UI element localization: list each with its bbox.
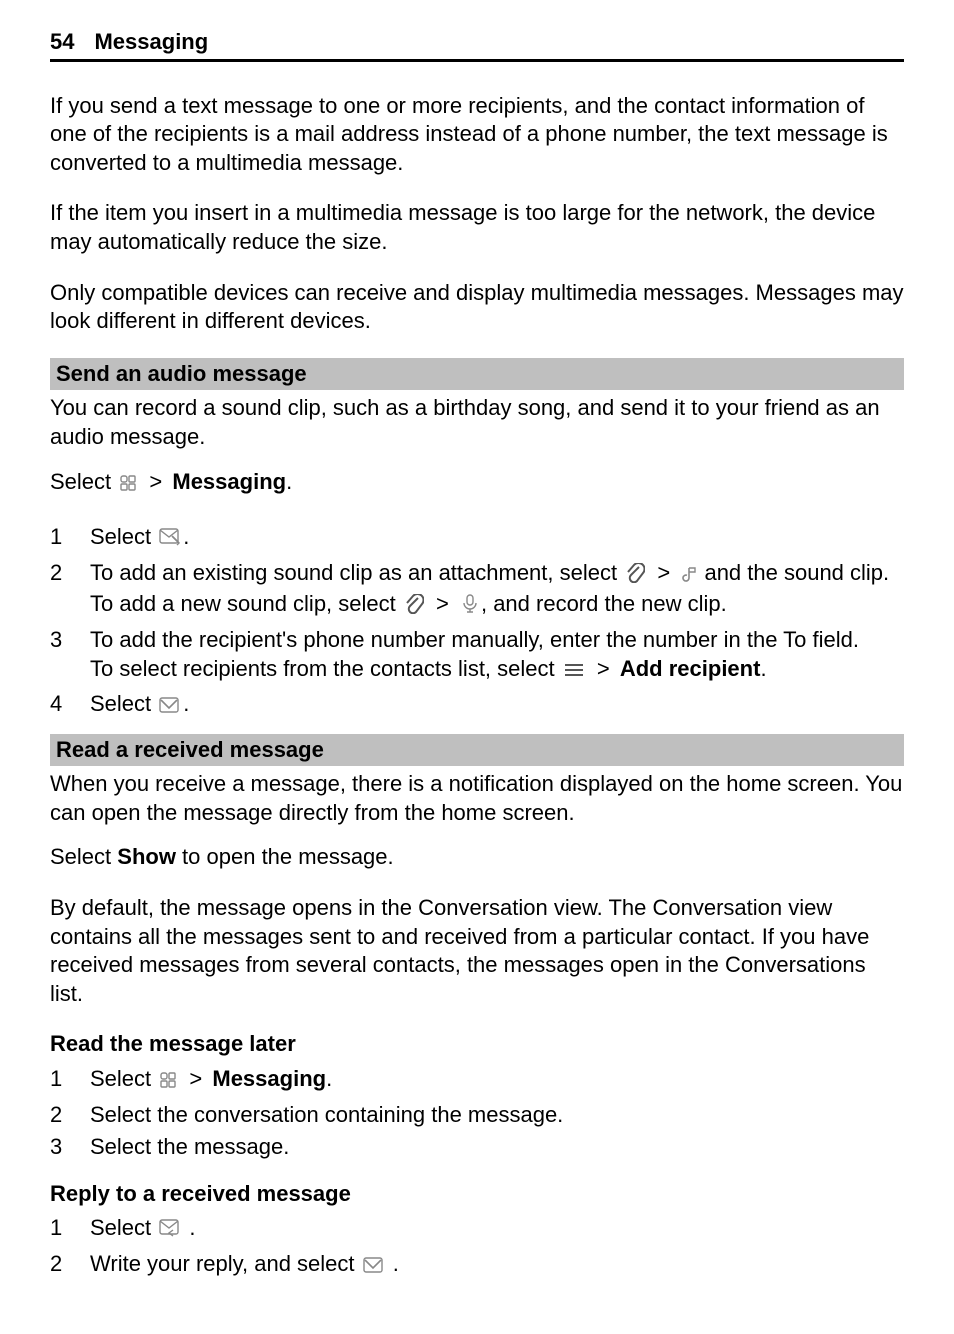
paperclip-icon — [625, 562, 645, 591]
microphone-icon — [461, 593, 479, 622]
text: . — [183, 524, 189, 549]
text: Select — [50, 844, 117, 869]
text: to open the message. — [176, 844, 394, 869]
step-number: 2 — [50, 1250, 90, 1279]
text: Select — [50, 469, 117, 494]
text: . — [326, 1066, 332, 1091]
paragraph: Only compatible devices can receive and … — [50, 279, 904, 336]
step-number: 1 — [50, 1065, 90, 1094]
text: To select recipients from the contacts l… — [90, 656, 561, 681]
paragraph: By default, the message opens in the Con… — [50, 894, 904, 1008]
step-number: 1 — [50, 1214, 90, 1243]
page: 54 Messaging If you send a text message … — [0, 0, 954, 1334]
chevron-right-icon: > — [149, 469, 162, 494]
step-body: To add an existing sound clip as an atta… — [90, 559, 904, 622]
text: Select — [90, 524, 157, 549]
step-body: Select the message. — [90, 1133, 904, 1162]
paragraph: Select Show to open the message. — [50, 843, 904, 872]
text: , and record the new clip. — [481, 591, 727, 616]
messaging-label: Messaging — [172, 469, 286, 494]
text: Select — [90, 1215, 157, 1240]
steps-list: 1 Select . 2 To add an existing sound cl… — [50, 521, 904, 724]
reply-icon — [159, 1217, 181, 1246]
show-label: Show — [117, 844, 176, 869]
paragraph: When you receive a message, there is a n… — [50, 770, 904, 827]
apps-icon — [119, 471, 137, 500]
step-number: 3 — [50, 1133, 90, 1162]
add-recipient-label: Add recipient — [620, 656, 761, 681]
steps-list: 1 Select . 2 Write your reply, and selec… — [50, 1212, 904, 1283]
section-heading-audio: Send an audio message — [50, 358, 904, 391]
step-body: Select the conversation containing the m… — [90, 1101, 904, 1130]
step-body: Write your reply, and select . — [90, 1250, 904, 1282]
text: . — [760, 656, 766, 681]
paperclip-icon — [404, 593, 424, 622]
chevron-right-icon: > — [189, 1066, 202, 1091]
list-item: 3 Select the message. — [50, 1131, 904, 1164]
text: . — [286, 469, 292, 494]
list-item: 4 Select . — [50, 688, 904, 724]
list-item: 3 To add the recipient's phone number ma… — [50, 624, 904, 688]
text: Write your reply, and select — [90, 1251, 361, 1276]
options-icon — [563, 658, 585, 687]
music-note-icon — [682, 562, 696, 591]
chevron-right-icon: > — [436, 591, 449, 616]
text: Select — [90, 691, 157, 716]
page-title: Messaging — [94, 28, 208, 57]
page-number: 54 — [50, 28, 74, 57]
step-number: 4 — [50, 690, 90, 719]
step-body: Select . — [90, 523, 904, 555]
chevron-right-icon: > — [657, 560, 670, 585]
paragraph: If the item you insert in a multimedia m… — [50, 199, 904, 256]
step-number: 1 — [50, 523, 90, 552]
text: To add the recipient's phone number manu… — [90, 627, 859, 652]
step-body: To add the recipient's phone number manu… — [90, 626, 904, 686]
subheading-later: Read the message later — [50, 1030, 904, 1059]
text: To add an existing sound clip as an atta… — [90, 560, 623, 585]
step-number: 2 — [50, 559, 90, 588]
list-item: 1 Select . — [50, 1212, 904, 1248]
paragraph: You can record a sound clip, such as a b… — [50, 394, 904, 451]
send-icon — [159, 693, 181, 722]
list-item: 2 Write your reply, and select . — [50, 1248, 904, 1284]
text: and the sound clip. — [704, 560, 889, 585]
list-item: 1 Select . — [50, 521, 904, 557]
step-number: 3 — [50, 626, 90, 655]
paragraph: If you send a text message to one or mor… — [50, 92, 904, 178]
list-item: 2 To add an existing sound clip as an at… — [50, 557, 904, 624]
instruction: Select > Messaging. — [50, 468, 904, 500]
text: . — [183, 691, 189, 716]
text: To add a new sound clip, select — [90, 591, 402, 616]
step-number: 2 — [50, 1101, 90, 1130]
step-body: Select > Messaging. — [90, 1065, 904, 1097]
step-body: Select . — [90, 1214, 904, 1246]
list-item: 1 Select > Messaging. — [50, 1063, 904, 1099]
text: . — [183, 1215, 195, 1240]
chevron-right-icon: > — [597, 656, 610, 681]
compose-message-icon — [159, 526, 181, 555]
page-header: 54 Messaging — [50, 28, 904, 62]
steps-list: 1 Select > Messaging. 2 Select the conve… — [50, 1063, 904, 1164]
messaging-label: Messaging — [212, 1066, 326, 1091]
apps-icon — [159, 1068, 177, 1097]
list-item: 2 Select the conversation containing the… — [50, 1099, 904, 1132]
send-icon — [363, 1253, 385, 1282]
text: . — [387, 1251, 399, 1276]
text: Select — [90, 1066, 157, 1091]
section-heading-read: Read a received message — [50, 734, 904, 767]
subheading-reply: Reply to a received message — [50, 1180, 904, 1209]
step-body: Select . — [90, 690, 904, 722]
